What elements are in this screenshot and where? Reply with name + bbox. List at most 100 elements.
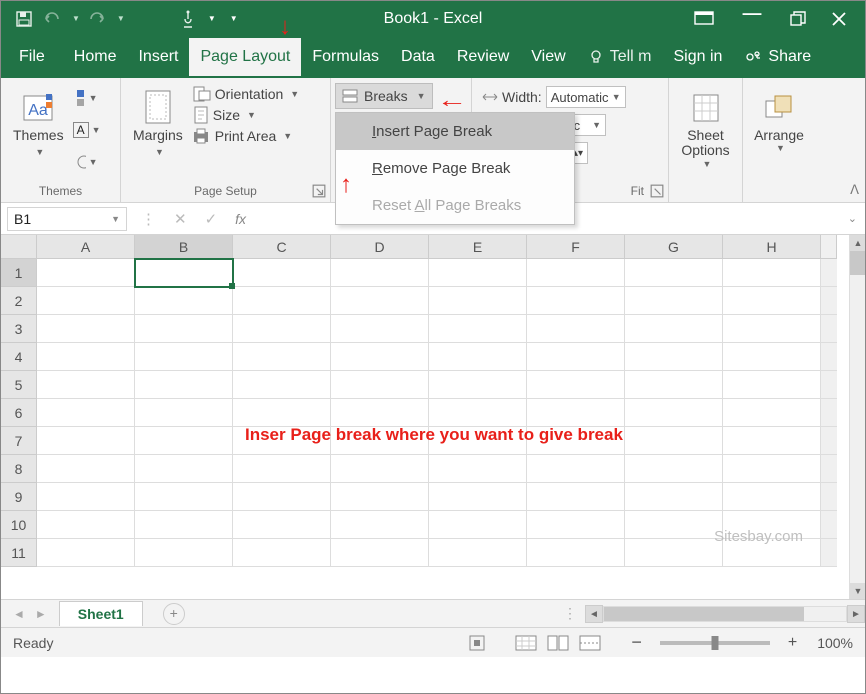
split-handle-icon[interactable]: ⋮: [555, 605, 585, 622]
undo-icon[interactable]: [41, 8, 63, 30]
cell[interactable]: [723, 455, 821, 483]
cell[interactable]: [331, 539, 429, 567]
cell[interactable]: [429, 287, 527, 315]
row-header[interactable]: 8: [1, 455, 37, 483]
orientation-button[interactable]: Orientation▼: [193, 86, 299, 102]
cell[interactable]: [331, 511, 429, 539]
qat-customize-icon[interactable]: ▼: [230, 14, 238, 23]
cell[interactable]: [723, 259, 821, 287]
cell[interactable]: [527, 343, 625, 371]
redo-dropdown-icon[interactable]: ▼: [117, 14, 125, 23]
row-header[interactable]: 7: [1, 427, 37, 455]
save-icon[interactable]: [13, 8, 35, 30]
cell[interactable]: [37, 483, 135, 511]
cell[interactable]: [135, 371, 233, 399]
cell[interactable]: [331, 483, 429, 511]
effects-button[interactable]: ▼: [75, 149, 99, 175]
col-header[interactable]: C: [233, 235, 331, 259]
collapse-ribbon-icon[interactable]: ᐱ: [850, 182, 859, 198]
cell[interactable]: [527, 287, 625, 315]
minimize-icon[interactable]: －: [739, 11, 765, 27]
cell[interactable]: [37, 427, 135, 455]
cell[interactable]: [135, 455, 233, 483]
tab-formulas[interactable]: Formulas: [301, 38, 390, 76]
cell[interactable]: [233, 343, 331, 371]
cell[interactable]: [625, 259, 723, 287]
expand-formula-bar-icon[interactable]: ⌄: [840, 212, 865, 225]
cell[interactable]: [233, 483, 331, 511]
cell[interactable]: [527, 315, 625, 343]
cell[interactable]: [135, 343, 233, 371]
scroll-up-icon[interactable]: ▲: [850, 235, 865, 251]
scroll-down-icon[interactable]: ▼: [850, 583, 865, 599]
row-header[interactable]: 10: [1, 511, 37, 539]
page-setup-launcher-icon[interactable]: [312, 184, 326, 198]
cell[interactable]: [233, 371, 331, 399]
cell[interactable]: [37, 315, 135, 343]
colors-button[interactable]: ▼: [75, 85, 99, 111]
menu-insert-page-break[interactable]: Insert Page Break: [336, 113, 574, 150]
cell[interactable]: [625, 455, 723, 483]
tab-review[interactable]: Review: [446, 38, 520, 76]
sheet-nav-prev-icon[interactable]: ◄: [13, 607, 25, 621]
record-macro-icon[interactable]: [469, 635, 485, 651]
touch-dropdown-icon[interactable]: ▼: [208, 14, 216, 23]
undo-dropdown-icon[interactable]: ▼: [72, 14, 80, 23]
cell[interactable]: [527, 539, 625, 567]
cell[interactable]: [233, 399, 331, 427]
cell[interactable]: [429, 539, 527, 567]
cell[interactable]: [429, 455, 527, 483]
zoom-out-button[interactable]: −: [631, 632, 642, 653]
touch-mode-icon[interactable]: [177, 8, 199, 30]
cell[interactable]: [135, 427, 233, 455]
cell[interactable]: [429, 483, 527, 511]
fx-icon[interactable]: fx: [235, 211, 246, 227]
sheet-nav-next-icon[interactable]: ►: [35, 607, 47, 621]
scroll-right-icon[interactable]: ►: [847, 605, 865, 623]
size-button[interactable]: Size▼: [193, 106, 299, 124]
zoom-slider[interactable]: [660, 641, 770, 645]
cell[interactable]: [233, 455, 331, 483]
cell[interactable]: [429, 315, 527, 343]
cell[interactable]: [233, 287, 331, 315]
cell[interactable]: [233, 259, 331, 287]
cell[interactable]: [625, 511, 723, 539]
cell[interactable]: [723, 315, 821, 343]
cell[interactable]: [135, 315, 233, 343]
cell[interactable]: [625, 399, 723, 427]
row-header[interactable]: 6: [1, 399, 37, 427]
cell[interactable]: [723, 399, 821, 427]
zoom-level[interactable]: 100%: [817, 635, 853, 651]
cell[interactable]: [527, 259, 625, 287]
row-header[interactable]: 1: [1, 259, 37, 287]
col-header[interactable]: E: [429, 235, 527, 259]
sheet-options-button[interactable]: Sheet Options ▼: [675, 82, 735, 175]
close-icon[interactable]: [831, 11, 847, 27]
cell[interactable]: [723, 371, 821, 399]
cell[interactable]: [723, 343, 821, 371]
redo-icon[interactable]: [86, 8, 108, 30]
tab-insert[interactable]: Insert: [127, 38, 189, 76]
cell[interactable]: [429, 371, 527, 399]
cell[interactable]: [37, 399, 135, 427]
name-box[interactable]: B1▼: [7, 207, 127, 231]
row-header[interactable]: 4: [1, 343, 37, 371]
cell[interactable]: [429, 399, 527, 427]
row-header[interactable]: 9: [1, 483, 37, 511]
width-combo[interactable]: Automatic▼: [546, 86, 626, 108]
zoom-in-button[interactable]: +: [788, 634, 797, 652]
select-all-corner[interactable]: [1, 235, 37, 259]
cell[interactable]: [527, 399, 625, 427]
cell[interactable]: [37, 287, 135, 315]
cell[interactable]: [135, 483, 233, 511]
share-button[interactable]: Share: [733, 38, 822, 76]
col-header[interactable]: D: [331, 235, 429, 259]
sign-in-link[interactable]: Sign in: [662, 38, 733, 76]
cell[interactable]: [625, 343, 723, 371]
cell[interactable]: [723, 427, 821, 455]
cell[interactable]: [331, 343, 429, 371]
tab-page-layout[interactable]: Page Layout: [189, 38, 301, 76]
cell[interactable]: [331, 259, 429, 287]
col-header[interactable]: H: [723, 235, 821, 259]
hscroll-thumb[interactable]: [604, 607, 804, 621]
